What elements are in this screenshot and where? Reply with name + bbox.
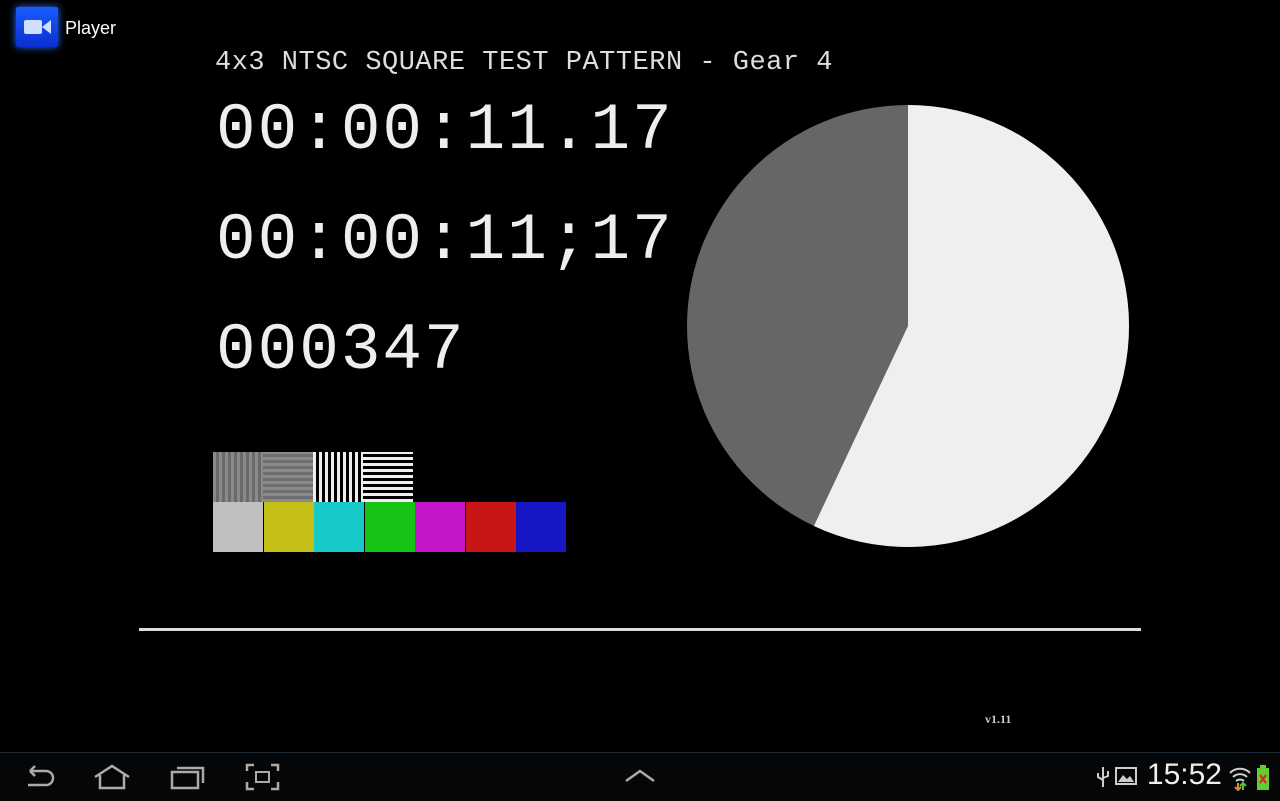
color-bar [415,502,465,552]
color-bar [263,502,314,552]
battery-icon [1257,765,1269,790]
app-title: Player [65,18,117,38]
frame-counter: 000347 [216,313,466,388]
timecode-nondrop: 00:00:11.17 [216,93,674,168]
test-pattern-title: 4x3 NTSC SQUARE TEST PATTERN - Gear 4 [215,48,833,78]
version-label: v1.11 [985,712,1012,726]
wifi-icon [1229,767,1251,791]
gallery-icon [1115,767,1137,785]
color-bar [465,502,516,552]
screenshot-icon[interactable] [245,763,281,791]
usb-icon [1097,767,1109,787]
color-bar [364,502,415,552]
app-icon[interactable] [16,7,58,47]
up-chevron-icon[interactable] [624,763,656,791]
fine-vertical-pattern [213,452,263,502]
system-navigation-bar [0,752,1280,801]
timecode-drop: 00:00:11;17 [216,203,674,278]
color-bar [213,502,263,552]
color-bar [516,502,566,552]
progress-line [139,628,1141,631]
color-bar [314,502,364,552]
pie-clock [687,105,1129,547]
status-clock: 15:52 [1146,758,1222,791]
horizontal-stripes-pattern [363,452,413,502]
recent-apps-icon[interactable] [170,763,206,791]
back-icon[interactable] [22,763,56,791]
home-icon[interactable] [92,763,132,791]
fine-horizontal-pattern [263,452,313,502]
vertical-stripes-pattern [313,452,363,502]
